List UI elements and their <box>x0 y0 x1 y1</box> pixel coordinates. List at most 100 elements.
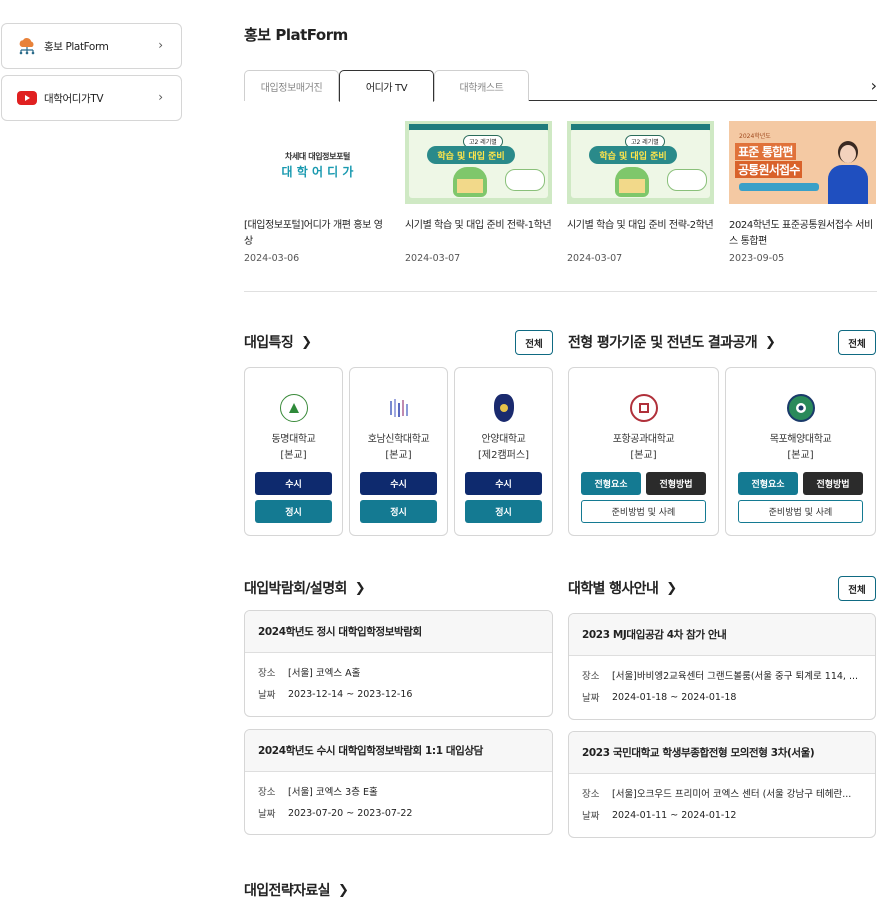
tab-cast[interactable]: 대학캐스트 <box>434 70 529 101</box>
cloud-network-icon <box>16 38 38 55</box>
chevron-right-icon: ❯ <box>666 580 677 596</box>
events-section-title[interactable]: 대학별 행사안내 ❯ <box>568 578 677 598</box>
fair-date: 2023-07-20 ~ 2023-07-22 <box>288 807 413 819</box>
university-logo-icon <box>493 394 514 422</box>
event-place-row: 장소 [서울]바비엥2교육센터 그랜드볼룸(서울 중구 퇴계로 114, ... <box>569 664 875 686</box>
thumbnail-text: 2024학년도 <box>739 133 771 140</box>
university-logo-icon <box>786 394 815 422</box>
video-date: 2023-09-05 <box>729 253 785 264</box>
university-card[interactable]: 목포해양대학교 [본교] 전형요소 전형방법 준비방법 및 사례 <box>725 367 876 536</box>
strategy-section-title[interactable]: 대입전략자료실 ❯ <box>244 880 349 900</box>
event-title: 2023 국민대학교 학생부종합전형 모의전형 3차(서울) <box>569 732 875 774</box>
events-all-button[interactable]: 전체 <box>838 576 876 601</box>
fair-date-row: 날짜 2023-12-14 ~ 2023-12-16 <box>245 683 552 705</box>
university-name: 목포해양대학교 <box>769 434 832 445</box>
method-button[interactable]: 전형방법 <box>646 472 706 495</box>
preparation-button[interactable]: 준비방법 및 사례 <box>738 500 863 523</box>
criteria-button[interactable]: 전형요소 <box>738 472 798 495</box>
video-thumbnail: 차세대 대입정보포털 대 학 어 디 가 <box>244 121 391 204</box>
event-title: 2023 MJ대입공감 4차 참가 안내 <box>569 614 875 656</box>
fair-item[interactable]: 2024학년도 정시 대학입학정보박람회 장소 [서울] 코엑스 A홀 날짜 202… <box>244 610 553 717</box>
chevron-right-icon: ❯ <box>337 882 349 898</box>
thumbnail-text: 차세대 대입정보포털 <box>284 152 351 161</box>
field-label: 장소 <box>582 789 600 800</box>
admission-all-button[interactable]: 전체 <box>515 330 553 355</box>
event-item[interactable]: 2023 국민대학교 학생부종합전형 모의전형 3차(서울) 장소 [서울]오크우… <box>568 731 876 838</box>
university-card[interactable]: 호남신학대학교 [본교] 수시 정시 <box>349 367 448 536</box>
university-logo-icon <box>279 394 308 422</box>
university-name: 포항공과대학교 <box>612 434 675 445</box>
field-label: 장소 <box>258 668 276 679</box>
admission-section-title[interactable]: 대입특징 ❯ <box>244 332 312 352</box>
susi-button[interactable]: 수시 <box>360 472 437 495</box>
chevron-right-icon: ❯ <box>354 580 366 596</box>
youtube-icon <box>16 90 38 106</box>
field-label: 날짜 <box>258 690 276 701</box>
university-card[interactable]: 안양대학교 [제2캠퍼스] 수시 정시 <box>454 367 553 536</box>
chevron-right-icon[interactable]: › <box>871 76 877 95</box>
fairs-section-title[interactable]: 대입박람회/설명회 ❯ <box>244 578 366 598</box>
university-campus: [제2캠퍼스] <box>478 450 529 461</box>
fair-place: [서울] 코엑스 3층 E홀 <box>288 787 378 798</box>
results-all-button[interactable]: 전체 <box>838 330 876 355</box>
sidebar-item-tv[interactable]: 대학어디가TV › <box>1 75 182 121</box>
page-title: 홍보 PlatForm <box>244 26 348 44</box>
sidebar-item-label: 홍보 PlatForm <box>44 40 109 53</box>
university-card[interactable]: 동명대학교 [본교] 수시 정시 <box>244 367 343 536</box>
section-title-text: 대입전략자료실 <box>244 883 331 899</box>
video-date: 2024-03-07 <box>405 253 461 264</box>
thumbnail-text: 대 학 어 디 가 <box>281 165 354 179</box>
video-card[interactable]: 차세대 대입정보포털 대 학 어 디 가 [대입정보포털]어디가 개편 홍보 영… <box>244 121 391 264</box>
method-button[interactable]: 전형방법 <box>803 472 863 495</box>
results-section-title[interactable]: 전형 평가기준 및 전년도 결과공개 ❯ <box>568 332 776 352</box>
tab-tv[interactable]: 어디가 TV <box>339 70 434 102</box>
fair-item[interactable]: 2024학년도 수시 대학입학정보박람회 1:1 대입상담 장소 [서울] 코엑스… <box>244 729 553 835</box>
fair-date-row: 날짜 2023-07-20 ~ 2023-07-22 <box>245 802 552 824</box>
video-card[interactable]: 2024학년도 표준 통합편 공통원서접수 2024학년도 표준공통원서접수 서… <box>729 121 876 264</box>
jeongsi-button[interactable]: 정시 <box>360 500 437 523</box>
sidebar-item-label: 대학어디가TV <box>44 92 104 105</box>
event-date: 2024-01-18 ~ 2024-01-18 <box>612 691 737 703</box>
thumbnail-text: 표준 통합편 <box>735 143 796 160</box>
video-title: [대입정보포털]어디가 개편 홍보 영상 <box>244 220 383 247</box>
section-title-text: 대입박람회/설명회 <box>244 581 347 597</box>
section-title-text: 대학별 행사안내 <box>568 581 659 597</box>
fair-title: 2024학년도 정시 대학입학정보박람회 <box>245 611 552 653</box>
university-campus: [본교] <box>630 450 657 461</box>
fair-place-row: 장소 [서울] 코엑스 3층 E홀 <box>245 780 552 802</box>
section-title-text: 대입특징 <box>244 335 294 351</box>
susi-button[interactable]: 수시 <box>255 472 332 495</box>
event-date: 2024-01-11 ~ 2024-01-12 <box>612 809 737 821</box>
event-place-row: 장소 [서울]오크우드 프리미어 코엑스 센터 (서울 강남구 테헤란... <box>569 782 875 804</box>
event-date-row: 날짜 2024-01-11 ~ 2024-01-12 <box>569 804 875 826</box>
fair-date: 2023-12-14 ~ 2023-12-16 <box>288 688 413 700</box>
video-thumbnail: 고2 레기별 학습 및 대입 준비 <box>405 121 552 204</box>
fair-place-row: 장소 [서울] 코엑스 A홀 <box>245 661 552 683</box>
university-logo-icon <box>629 394 658 422</box>
video-thumbnail: 2024학년도 표준 통합편 공통원서접수 <box>729 121 876 204</box>
tab-bar: 대입정보매거진 어디가 TV 대학캐스트 › <box>244 70 877 102</box>
criteria-button[interactable]: 전형요소 <box>581 472 641 495</box>
thumbnail-text: 학습 및 대입 준비 <box>427 146 515 164</box>
field-label: 날짜 <box>582 693 600 704</box>
video-date: 2024-03-06 <box>244 253 300 264</box>
jeongsi-button[interactable]: 정시 <box>465 500 542 523</box>
university-campus: [본교] <box>385 450 412 461</box>
video-date: 2024-03-07 <box>567 253 623 264</box>
chevron-right-icon: › <box>158 90 163 104</box>
university-card[interactable]: 포항공과대학교 [본교] 전형요소 전형방법 준비방법 및 사례 <box>568 367 719 536</box>
sidebar-item-platform[interactable]: 홍보 PlatForm › <box>1 23 182 69</box>
preparation-button[interactable]: 준비방법 및 사례 <box>581 500 706 523</box>
university-name: 안양대학교 <box>481 434 526 445</box>
divider <box>244 291 877 292</box>
field-label: 날짜 <box>582 811 600 822</box>
video-card[interactable]: 고2 레기별 학습 및 대입 준비 시기별 학습 및 대입 준비 전략-2학년 … <box>567 121 714 264</box>
tab-magazine[interactable]: 대입정보매거진 <box>244 70 339 101</box>
susi-button[interactable]: 수시 <box>465 472 542 495</box>
video-card[interactable]: 고2 레기별 학습 및 대입 준비 시기별 학습 및 대입 준비 전략-1학년 … <box>405 121 552 264</box>
fair-title: 2024학년도 수시 대학입학정보박람회 1:1 대입상담 <box>245 730 552 772</box>
event-item[interactable]: 2023 MJ대입공감 4차 참가 안내 장소 [서울]바비엥2교육센터 그랜드볼… <box>568 613 876 720</box>
jeongsi-button[interactable]: 정시 <box>255 500 332 523</box>
field-label: 날짜 <box>258 809 276 820</box>
video-title: 시기별 학습 및 대입 준비 전략-2학년 <box>567 220 714 231</box>
